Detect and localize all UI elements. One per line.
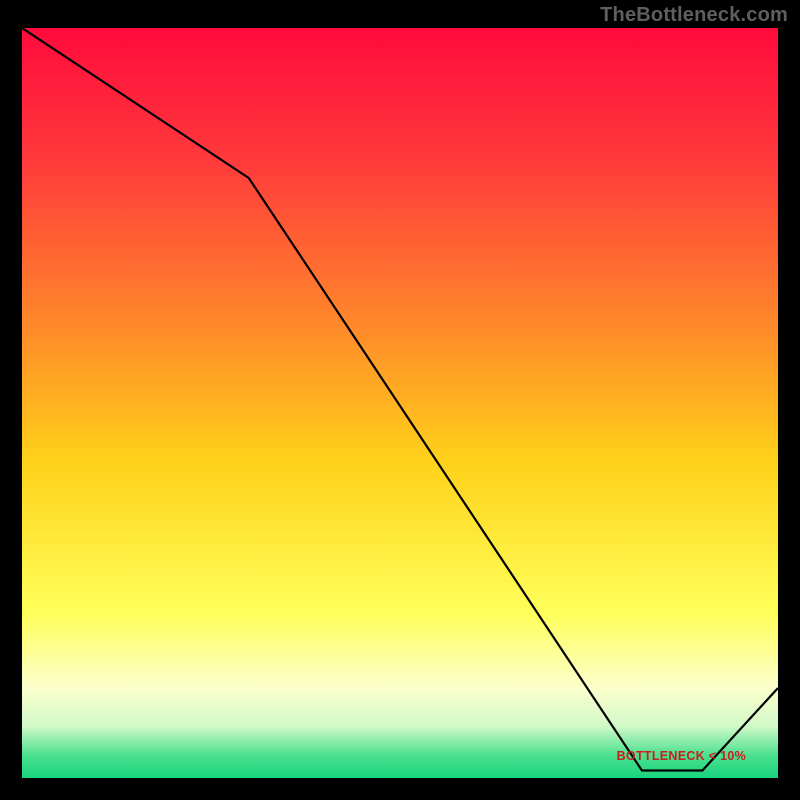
attribution-text: TheBottleneck.com [600,4,788,27]
plot-area: BOTTLENECK < 10% [22,28,778,778]
optimal-band-label: BOTTLENECK < 10% [617,749,746,763]
chart-frame: TheBottleneck.com BOTTLENECK < 10% [0,0,800,800]
gradient-background [22,28,778,778]
chart-svg: BOTTLENECK < 10% [22,28,778,778]
